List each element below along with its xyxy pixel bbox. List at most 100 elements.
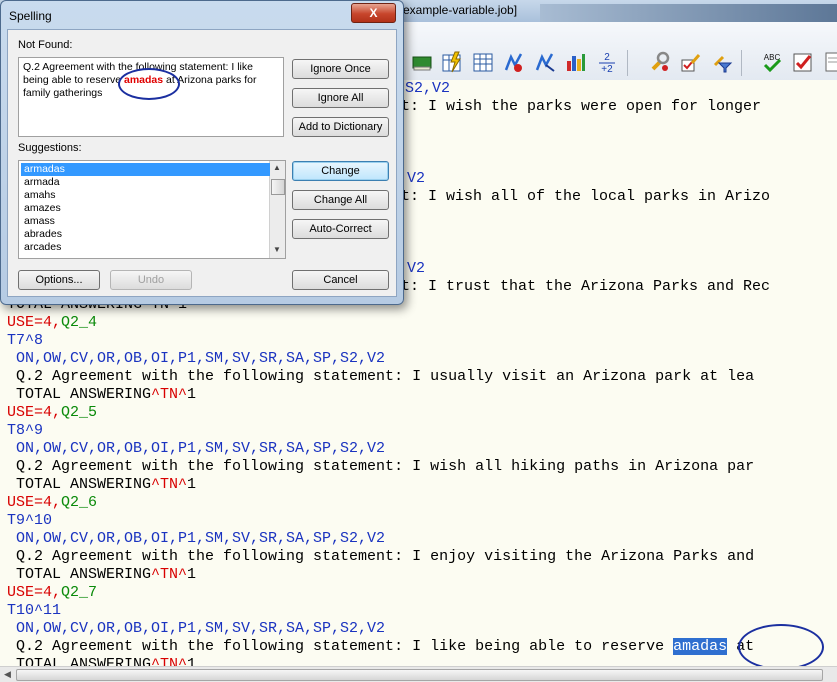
suggestion-item[interactable]: armadas	[21, 163, 270, 176]
stats-add-icon[interactable]	[502, 50, 526, 74]
editor-line: ON,OW,CV,OR,OB,OI,P1,SM,SV,SR,SA,SP,S2,V…	[7, 350, 385, 368]
undo-button[interactable]: Undo	[110, 270, 192, 290]
code-token: ^TN^	[151, 656, 188, 666]
editor-line: Q.2 Agreement with the following stateme…	[7, 548, 754, 566]
auto-correct-button[interactable]: Auto-Correct	[292, 219, 389, 239]
scrollbar-thumb[interactable]	[16, 669, 823, 681]
editor-line: TOTAL ANSWERING^TN^1	[7, 386, 196, 404]
cancel-button[interactable]: Cancel	[292, 270, 389, 290]
editor-line: USE=4,Q2_4	[7, 314, 97, 332]
code-token: ^TN^	[151, 386, 188, 403]
editor-line: t: I trust that the Arizona Parks and Re…	[401, 278, 770, 296]
add-two-icon[interactable]: 2 +2	[595, 50, 619, 74]
highlight-circle	[118, 68, 180, 100]
change-button[interactable]: Change	[292, 161, 389, 181]
horizontal-scrollbar[interactable]: ◀	[0, 666, 837, 682]
scrollbar-thumb[interactable]	[271, 179, 285, 195]
options-button[interactable]: Options...	[18, 270, 100, 290]
code-token: t: I wish all of the local parks in Ariz…	[401, 188, 771, 205]
page-icon[interactable]	[822, 50, 837, 74]
scroll-left-icon[interactable]: ◀	[2, 669, 13, 680]
suggestion-item[interactable]: abrades	[21, 228, 270, 241]
code-token: ON,OW,CV,OR,OB,OI,P1,SM,SV,SR,SA,SP,S2,V…	[7, 350, 386, 367]
code-token: Q.2 Agreement with the following stateme…	[7, 638, 674, 655]
code-token: USE=4,	[7, 584, 62, 601]
editor-line: V2	[407, 260, 425, 278]
code-token: Q2_4	[61, 314, 98, 331]
code-token: 1	[187, 386, 197, 403]
editor-line: Q.2 Agreement with the following stateme…	[7, 638, 754, 656]
code-token: ^TN^	[151, 476, 188, 493]
editor-line: Q.2 Agreement with the following stateme…	[7, 368, 754, 386]
suggestion-item[interactable]: amass	[21, 215, 270, 228]
flash-table-icon[interactable]	[440, 50, 464, 74]
bar-chart-icon[interactable]	[564, 50, 588, 74]
editor-line: USE=4,Q2_5	[7, 404, 97, 422]
code-token: S2,V2	[405, 80, 451, 97]
editor-line: TOTAL ANSWERING^TN^1	[7, 566, 196, 584]
svg-text:+2: +2	[601, 64, 613, 73]
book-icon[interactable]	[410, 50, 434, 74]
app-titlebar-controls	[540, 4, 837, 22]
code-token: TOTAL ANSWERING	[7, 386, 152, 403]
code-token: TOTAL ANSWERING	[7, 476, 152, 493]
suggestion-item[interactable]: armada	[21, 176, 270, 189]
code-token: ON,OW,CV,OR,OB,OI,P1,SM,SV,SR,SA,SP,S2,V…	[7, 620, 386, 637]
suggestion-item[interactable]: arcades	[21, 241, 270, 254]
spellcheck-icon[interactable]: ABC	[760, 50, 784, 74]
editor-line: S2,V2	[405, 80, 450, 98]
check-icon[interactable]	[791, 50, 815, 74]
code-token: TOTAL ANSWERING	[7, 656, 152, 666]
code-token: ^TN^	[151, 566, 188, 583]
editor-line: T9^10	[7, 512, 52, 530]
not-found-label: Not Found:	[18, 39, 73, 51]
app-title: example-variable.job]	[403, 3, 518, 17]
add-to-dictionary-button[interactable]: Add to Dictionary	[292, 117, 389, 137]
editor-line: t: I wish the parks were open for longer	[401, 98, 761, 116]
scroll-down-icon[interactable]: ▼	[273, 245, 281, 254]
stats-remove-icon[interactable]	[533, 50, 557, 74]
wrench-icon[interactable]	[648, 50, 672, 74]
code-token: T10^11	[7, 602, 62, 619]
editor-line: ON,OW,CV,OR,OB,OI,P1,SM,SV,SR,SA,SP,S2,V…	[7, 440, 385, 458]
spelling-dialog: Spelling X Not Found: Q.2 Agreement with…	[0, 0, 404, 305]
code-token: Q2_7	[61, 584, 98, 601]
code-token: V2	[407, 260, 426, 277]
suggestions-scrollbar[interactable]: ▲ ▼	[269, 161, 285, 258]
editor-line: T7^8	[7, 332, 43, 350]
code-token: Q.2 Agreement with the following stateme…	[7, 548, 755, 565]
suggestions-label: Suggestions:	[18, 142, 82, 154]
highlight-circle	[738, 624, 824, 666]
suggestion-item[interactable]: amazes	[21, 202, 270, 215]
svg-text:2: 2	[604, 52, 610, 63]
code-token: T9^10	[7, 512, 53, 529]
dialog-title: Spelling	[9, 9, 52, 23]
code-token: USE=4,	[7, 314, 62, 331]
filter-icon[interactable]	[710, 50, 734, 74]
editor-line: V2	[407, 170, 425, 188]
code-token: V2	[407, 170, 426, 187]
ignore-once-button[interactable]: Ignore Once	[292, 59, 389, 79]
wrench-check-icon[interactable]	[679, 50, 703, 74]
change-all-button[interactable]: Change All	[292, 190, 389, 210]
scroll-up-icon[interactable]: ▲	[273, 163, 281, 172]
code-token: ON,OW,CV,OR,OB,OI,P1,SM,SV,SR,SA,SP,S2,V…	[7, 440, 386, 457]
editor-line: T8^9	[7, 422, 43, 440]
suggestions-list[interactable]: ▲ ▼ armadas armada amahs amazes amass abrades…	[18, 160, 286, 259]
code-token: t: I trust that the Arizona Parks and Re…	[401, 278, 771, 295]
ignore-all-button[interactable]: Ignore All	[292, 88, 389, 108]
table-icon[interactable]	[471, 50, 495, 74]
code-token: TOTAL ANSWERING	[7, 566, 152, 583]
code-token: 1	[187, 476, 197, 493]
code-token: T7^8	[7, 332, 44, 349]
code-token: ON,OW,CV,OR,OB,OI,P1,SM,SV,SR,SA,SP,S2,V…	[7, 530, 386, 547]
suggestion-item[interactable]: amahs	[21, 189, 270, 202]
dialog-body: Not Found: Q.2 Agreement with the follow…	[7, 29, 397, 297]
code-token: USE=4,	[7, 494, 62, 511]
code-token: 1	[187, 566, 197, 583]
toolbar-separator	[741, 50, 742, 76]
code-token: Q.2 Agreement with the following stateme…	[7, 368, 755, 385]
toolbar-separator	[627, 50, 628, 76]
code-token: t: I wish the parks were open for longer	[401, 98, 762, 115]
close-button[interactable]: X	[351, 3, 396, 23]
